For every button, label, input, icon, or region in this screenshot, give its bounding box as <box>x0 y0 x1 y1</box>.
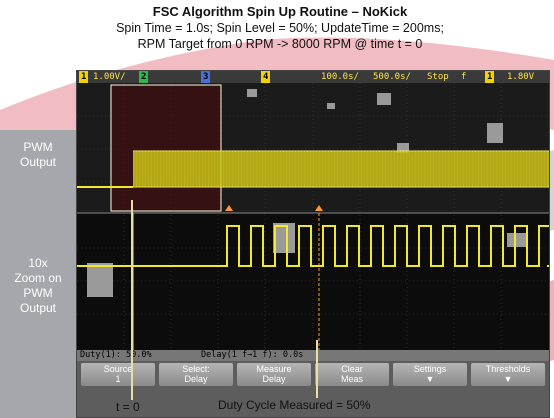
ch1-scale: 1.00V/ <box>93 72 126 82</box>
figure-subtitle-1: Spin Time = 1.0s; Spin Level = 50%; Upda… <box>116 21 444 35</box>
scope-status-bar: 1 1.00V/ 2 3 4 100.0s/ 500.0s/ Stop f 1 … <box>77 71 549 83</box>
softkey-select[interactable]: Select: Delay <box>159 363 233 386</box>
ch3-badge[interactable]: 3 <box>201 71 211 83</box>
run-state[interactable]: Stop <box>427 71 449 83</box>
timebase-readout: 100.0s/ <box>321 72 359 82</box>
pwm-label-line1: PWM <box>23 140 53 154</box>
zoom-label-line2: Zoom on <box>14 271 62 285</box>
softkey-settings-label: Settings <box>413 364 447 374</box>
figure-subtitle-2: RPM Target from 0 RPM -> 8000 RPM @ time… <box>137 37 423 51</box>
softkey-settings[interactable]: Settings ▼ <box>393 363 467 386</box>
trigger-level: 1.80V <box>507 72 535 82</box>
ch2-badge[interactable]: 2 <box>139 71 149 83</box>
softkey-clear-value: Meas <box>340 374 363 384</box>
softkey-measure-delay[interactable]: Measure Delay <box>237 363 311 386</box>
measurement-bar: Duty(1): 50.0% Delay(1 f→1 f): 0.0s <box>77 350 549 361</box>
zoom-label-line3: PWM <box>23 286 53 300</box>
softkey-select-value: Delay <box>184 374 208 384</box>
duty-cycle-label: Duty Cycle Measured = 50% <box>218 398 371 412</box>
pwm-label-line2: Output <box>19 155 57 169</box>
t0-label: t = 0 <box>116 400 140 414</box>
pwm-output-label: PWM Output <box>4 140 72 170</box>
softkey-measure-label: Measure <box>256 364 292 374</box>
t0-pointer-line <box>131 200 133 400</box>
figure-title-block: FSC Algorithm Spin Up Routine – NoKick S… <box>60 4 500 52</box>
zoom-label-line4: Output <box>19 301 57 315</box>
ch4-badge[interactable]: 4 <box>261 71 271 83</box>
trigger-edge-icon: f <box>461 72 467 82</box>
chevron-down-icon: ▼ <box>503 374 513 384</box>
pwm-trace-upper <box>77 150 549 188</box>
oscilloscope-display: 1 1.00V/ 2 3 4 100.0s/ 500.0s/ Stop f 1 … <box>76 70 550 418</box>
time-per-div-readout: 500.0s/ <box>373 72 411 82</box>
trigger-channel[interactable]: 1 <box>485 71 495 83</box>
softkey-measure-value: Delay <box>262 374 286 384</box>
softkey-clear-label: Clear <box>341 364 363 374</box>
softkey-select-label: Select: <box>182 364 210 374</box>
softkey-thresholds[interactable]: Thresholds ▼ <box>471 363 545 386</box>
zoom-label: 10x Zoom on PWM Output <box>4 256 72 316</box>
duty-measurement: Duty(1): 50.0% <box>80 350 152 360</box>
softkey-clear-meas[interactable]: Clear Meas <box>315 363 389 386</box>
zoom-label-line1: 10x <box>28 256 48 270</box>
ch1-badge[interactable]: 1 <box>79 71 89 83</box>
softkey-source[interactable]: Source 1 <box>81 363 155 386</box>
delay-measurement: Delay(1 f→1 f): 0.0s <box>201 350 304 360</box>
softkey-thresholds-label: Thresholds <box>485 364 531 374</box>
softkey-source-value: 1 <box>115 374 121 384</box>
scope-waveform-screen <box>77 83 549 351</box>
chevron-down-icon: ▼ <box>425 374 435 384</box>
figure-title: FSC Algorithm Spin Up Routine – NoKick <box>152 4 408 19</box>
softkey-source-label: Source <box>103 364 133 374</box>
duty-pointer-line <box>316 340 318 398</box>
